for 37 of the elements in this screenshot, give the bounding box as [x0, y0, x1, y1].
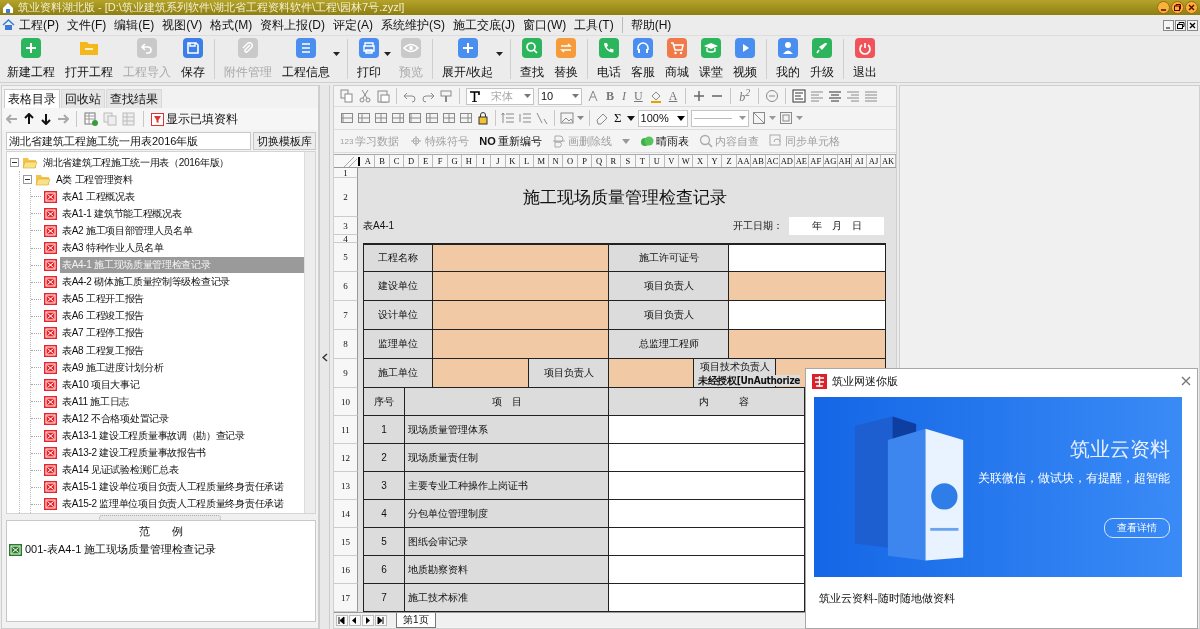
cell-label: 地质勘察资料	[405, 556, 609, 584]
window-title: 筑业资料湖北版 - [D:\筑业建筑系列软件\湖北省工程资料软件\工程\园林7号.zyzl]	[18, 0, 405, 15]
cell-label: 6	[363, 556, 405, 584]
form-number: 表A4-1	[363, 219, 396, 233]
cell-label: 图纸会审记录	[405, 528, 609, 556]
cell-label: 项目负责人	[529, 359, 609, 388]
cell-label: 2	[363, 444, 405, 472]
popup-caption: 筑业云资料-随时随地做资料	[818, 591, 956, 606]
cell-label: 施工技术标准	[405, 584, 609, 612]
cell-label: 项目负责人	[609, 301, 729, 330]
cell-label: 施工许可证号	[609, 243, 729, 272]
cell-label: 3	[363, 472, 405, 500]
cell-label: 4	[363, 500, 405, 528]
cell-label: 现场质量责任制	[405, 444, 609, 472]
date-label: 开工日期：	[733, 219, 784, 233]
unauthorized-notice: 未经授权[UnAuthorize	[698, 375, 801, 386]
banner-slogan: 关联微信，做试块，有提醒，超智能	[978, 471, 1170, 486]
cell-label: 序号	[363, 388, 405, 416]
cell-label: 现场质量管理体系	[405, 416, 609, 444]
cell-label: 工程名称	[363, 243, 433, 272]
cell-label: 设计单位	[363, 301, 433, 330]
cell-label: 施工单位	[363, 359, 433, 388]
cell-label: 建设单位	[363, 272, 433, 301]
cell-label: 分包单位管理制度	[405, 500, 609, 528]
popup-title: 筑业网迷你版	[832, 373, 898, 389]
cell-label: 1	[363, 416, 405, 444]
cell-label: 7	[363, 584, 405, 612]
cell-label: 总监理工程师	[609, 330, 729, 359]
sheet-title: 施工现场质量管理检查记录	[521, 187, 728, 209]
cell-label: 监理单位	[363, 330, 433, 359]
panel-title: 范 例	[138, 524, 184, 539]
cell-label: 内 容	[609, 388, 805, 416]
cell-label: 主要专业工种操作上岗证书	[405, 472, 609, 500]
cell-label: 项 目	[405, 388, 609, 416]
cell-label: 项目负责人	[609, 272, 729, 301]
cell-label: 5	[363, 528, 405, 556]
banner-title: 筑业云资料	[1070, 437, 1170, 462]
